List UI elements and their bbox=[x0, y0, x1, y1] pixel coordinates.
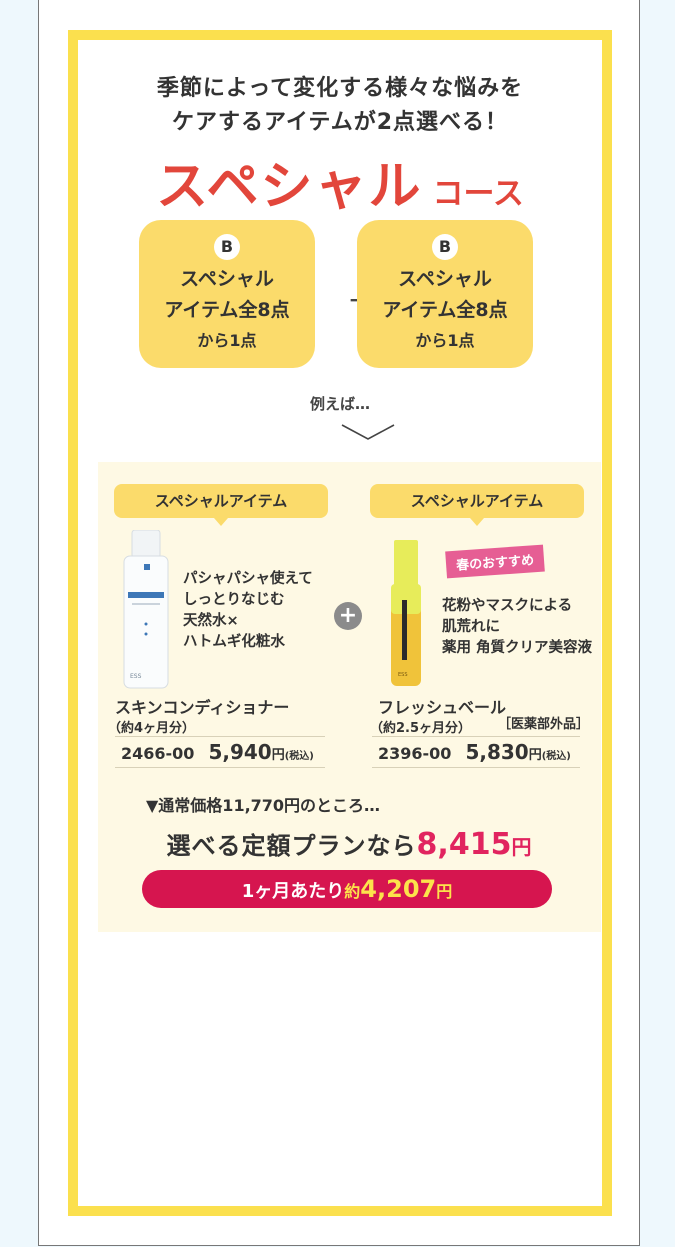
product-desc-1: パシャパシャ使えて しっとりなじむ 天然水× ハトムギ化粧水 bbox=[183, 569, 313, 653]
skin-conditioner-bottle-image: ESS bbox=[123, 530, 169, 689]
headline: 季節によって変化する様々な悩みを ケアするアイテムが2点選べる！ bbox=[78, 72, 602, 140]
quasi-drug-label: ［医薬部外品］ bbox=[498, 717, 590, 732]
headline-line1: 季節によって変化する様々な悩みを bbox=[156, 76, 524, 101]
headline-line2: ケアするアイテムが2点選べる！ bbox=[171, 110, 509, 135]
desc-line: 花粉やマスクによる bbox=[442, 598, 573, 614]
svg-text:ESS: ESS bbox=[398, 672, 408, 678]
product-code: 2396-00 bbox=[378, 744, 452, 763]
choice-line2: アイテム全8点 bbox=[382, 299, 508, 321]
desc-line: 肌荒れに bbox=[442, 619, 500, 635]
course-card: 季節によって変化する様々な悩みを ケアするアイテムが2点選べる！ スペシャル コー… bbox=[78, 40, 602, 1206]
svg-text:ESS: ESS bbox=[130, 673, 142, 680]
product-volume-1: （約4ヶ月分） bbox=[108, 721, 196, 736]
desc-line: 薬用 角質クリア美容液 bbox=[442, 640, 593, 656]
course-title: スペシャル コース bbox=[78, 144, 602, 219]
choice-line3: から1点 bbox=[415, 331, 475, 350]
product-name-1: スキンコンディショナー bbox=[115, 698, 290, 717]
desc-line: パシャパシャ使えて bbox=[183, 571, 313, 587]
chevron-down-icon bbox=[341, 424, 395, 440]
desc-line: 天然水× bbox=[183, 613, 239, 629]
course-title-suffix: コース bbox=[432, 176, 524, 212]
product-price: 5,830 bbox=[465, 740, 529, 764]
product-name-2: フレッシュベール bbox=[378, 698, 507, 717]
product-volume-2: （約2.5ヶ月分） bbox=[370, 721, 472, 736]
desc-line: ハトムギ化粧水 bbox=[183, 634, 285, 650]
choice-line1: スペシャル bbox=[398, 268, 492, 290]
plan-price: 選べる定額プランなら8,415円 bbox=[98, 826, 601, 862]
tax-note: (税込) bbox=[284, 751, 314, 762]
yen-unit: 円 bbox=[271, 748, 285, 763]
normal-price-note: ▼通常価格11,770円のところ… bbox=[146, 796, 381, 815]
yellow-frame: 季節によって変化する様々な悩みを ケアするアイテムが2点選べる！ スペシャル コー… bbox=[68, 30, 612, 1216]
product-price-row-1: 2466-00 5,940円(税込) bbox=[115, 736, 325, 768]
choice-line3: から1点 bbox=[197, 331, 257, 350]
choice-box-1: B スペシャル アイテム全8点 から1点 bbox=[139, 220, 315, 368]
yen-unit: 円 bbox=[528, 748, 542, 763]
monthly-prefix: 1ヶ月あたり bbox=[241, 881, 345, 902]
product-desc-2: 花粉やマスクによる 肌荒れに 薬用 角質クリア美容液 bbox=[442, 596, 592, 659]
spring-recommend-tag: 春のおすすめ bbox=[445, 544, 545, 579]
choice-badge: B bbox=[432, 234, 458, 260]
plus-circle-icon: + bbox=[334, 602, 362, 630]
example-label: 例えば… bbox=[309, 395, 370, 413]
plan-prefix: 選べる定額プランなら bbox=[166, 832, 417, 860]
plan-yen: 円 bbox=[511, 835, 533, 859]
monthly-approx: 約 bbox=[344, 882, 361, 901]
choice-box-2: B スペシャル アイテム全8点 から1点 bbox=[357, 220, 533, 368]
monthly-price-value: 4,207 bbox=[360, 875, 437, 903]
choice-line1: スペシャル bbox=[180, 268, 274, 290]
plan-price-value: 8,415 bbox=[416, 827, 512, 862]
course-title-main: スペシャル bbox=[156, 157, 423, 217]
choice-badge: B bbox=[214, 234, 240, 260]
monthly-yen: 円 bbox=[436, 882, 453, 901]
page-sheet: 季節によって変化する様々な悩みを ケアするアイテムが2点選べる！ スペシャル コー… bbox=[38, 0, 640, 1246]
category-pill-1: スペシャルアイテム bbox=[114, 484, 328, 526]
choice-line2: アイテム全8点 bbox=[164, 299, 290, 321]
product-price-row-2: 2396-00 5,830円(税込) bbox=[372, 736, 580, 768]
product-price: 5,940 bbox=[208, 740, 272, 764]
desc-line: しっとりなじむ bbox=[183, 592, 285, 608]
monthly-price-banner: 1ヶ月あたり約4,207円 bbox=[142, 870, 552, 908]
product-code: 2466-00 bbox=[121, 744, 195, 763]
example-panel: スペシャルアイテム ESS パシャパシャ使えて しっとりなじむ 天然水× ハトム… bbox=[98, 462, 601, 932]
fresh-veil-bottle-image: ESS bbox=[391, 540, 421, 686]
category-pill-2: スペシャルアイテム bbox=[370, 484, 584, 526]
tax-note: (税込) bbox=[541, 751, 571, 762]
